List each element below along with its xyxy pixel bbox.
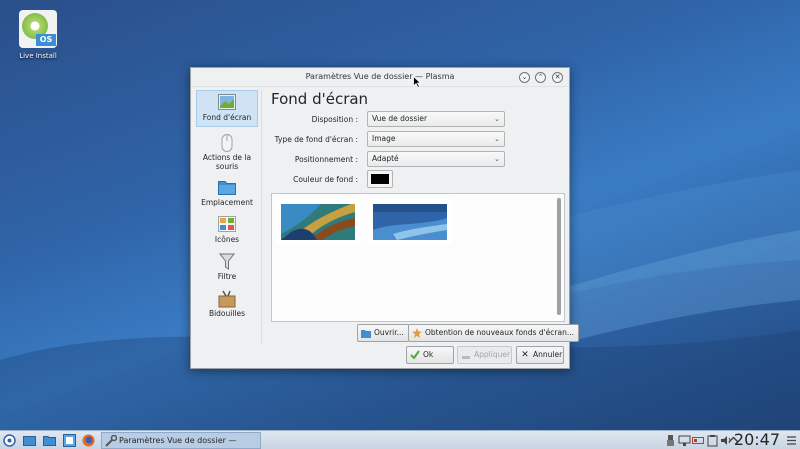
wallpaper-gallery[interactable] xyxy=(271,193,565,322)
ok-button[interactable]: Ok xyxy=(406,346,454,364)
window-title: Paramètres Vue de dossier — Plasma xyxy=(305,72,455,81)
background-color-row: Couleur de fond : xyxy=(271,170,563,192)
firefox-icon[interactable] xyxy=(82,434,95,447)
sidebar-item-label: Icônes xyxy=(214,235,240,244)
sidebar-item-wallpaper[interactable]: Fond d'écran xyxy=(196,90,258,127)
wallpaper-type-value: Image xyxy=(372,134,396,143)
open-button[interactable]: Ouvrir... xyxy=(357,324,409,342)
layout-row: Disposition : Vue de dossier ⌄ xyxy=(271,110,563,130)
chevron-down-icon: ⌄ xyxy=(521,73,528,81)
page-title: Fond d'écran xyxy=(271,90,369,108)
wallpaper-icon xyxy=(218,94,236,110)
live-install-label: Live Install xyxy=(19,52,57,60)
clock[interactable]: 20:47 xyxy=(734,430,780,449)
wallpaper-type-row: Type de fond d'écran : Image ⌄ xyxy=(271,130,563,150)
positioning-select[interactable]: Adapté ⌄ xyxy=(367,151,505,167)
sidebar-item-label: Filtre xyxy=(217,272,237,281)
close-button[interactable]: ✕ xyxy=(552,72,563,83)
folder-open-icon xyxy=(361,328,371,338)
chevron-up-icon: ⌃ xyxy=(537,73,544,81)
folder-icon xyxy=(218,179,236,195)
battery-icon[interactable] xyxy=(692,434,705,447)
panel-menu-icon[interactable] xyxy=(785,434,798,447)
checkmark-icon xyxy=(410,350,420,360)
wallpaper-type-select[interactable]: Image ⌄ xyxy=(367,131,505,147)
icons-icon xyxy=(218,216,236,232)
positioning-value: Adapté xyxy=(372,154,399,163)
application-launcher-button[interactable] xyxy=(3,434,16,447)
get-new-wallpapers-button[interactable]: Obtention de nouveaux fonds d'écran... xyxy=(408,324,579,342)
cancel-button-label: Annuler xyxy=(533,350,563,359)
sidebar-item-label: Emplacement xyxy=(201,198,253,207)
desktop-icon[interactable] xyxy=(23,434,36,447)
taskbar: Paramètres Vue de dossier — Plasma 20:47 xyxy=(0,430,800,449)
task-label: Paramètres Vue de dossier — Plasma xyxy=(119,436,237,445)
chevron-down-icon: ⌄ xyxy=(494,115,500,123)
tools-icon xyxy=(105,434,118,449)
apply-icon xyxy=(461,350,471,360)
network-icon[interactable] xyxy=(678,434,691,447)
wallpaper-thumbnail[interactable] xyxy=(276,199,360,245)
star-icon xyxy=(412,328,422,338)
apply-button-label: Appliquer xyxy=(474,350,511,359)
wallpaper-type-label: Type de fond d'écran : xyxy=(274,135,358,144)
get-new-wallpapers-label: Obtention de nouveaux fonds d'écran... xyxy=(425,328,574,337)
sidebar-item-tweaks[interactable]: Bidouilles xyxy=(196,287,258,324)
file-manager-icon[interactable] xyxy=(43,434,56,447)
mouse-icon xyxy=(218,134,236,152)
ok-button-label: Ok xyxy=(423,350,434,359)
sidebar-item-label: Actions de la souris xyxy=(202,153,252,171)
apply-button[interactable]: Appliquer xyxy=(457,346,512,364)
positioning-label: Positionnement : xyxy=(294,155,358,164)
layout-label: Disposition : xyxy=(311,115,358,124)
wallpaper-image xyxy=(281,204,355,240)
settings-content: Fond d'écran Disposition : Vue de dossie… xyxy=(271,90,565,322)
chevron-down-icon: ⌄ xyxy=(494,155,500,163)
software-center-icon[interactable] xyxy=(63,434,76,447)
settings-sidebar: Fond d'écran Actions de la souris Emplac… xyxy=(195,90,262,344)
task-settings-window[interactable]: Paramètres Vue de dossier — Plasma xyxy=(101,432,261,449)
sidebar-item-location[interactable]: Emplacement xyxy=(196,176,258,213)
open-button-label: Ouvrir... xyxy=(374,328,404,337)
live-install-desktop-icon[interactable]: OS Live Install xyxy=(12,10,64,60)
usb-device-icon[interactable] xyxy=(664,434,677,447)
color-swatch xyxy=(371,174,389,184)
sidebar-item-mouse-actions[interactable]: Actions de la souris xyxy=(196,131,258,176)
layout-value: Vue de dossier xyxy=(372,114,428,123)
title-bar[interactable]: Paramètres Vue de dossier — Plasma ⌄ ⌃ ✕ xyxy=(191,68,569,87)
close-icon: ✕ xyxy=(521,350,529,360)
positioning-row: Positionnement : Adapté ⌄ xyxy=(271,150,563,170)
gallery-scrollbar[interactable] xyxy=(557,198,561,315)
close-icon: ✕ xyxy=(554,73,561,81)
cancel-button[interactable]: ✕ Annuler xyxy=(516,346,564,364)
os-badge: OS xyxy=(36,34,56,46)
chevron-down-icon: ⌄ xyxy=(494,135,500,143)
tweaks-icon xyxy=(218,290,236,308)
minimize-button[interactable]: ⌄ xyxy=(519,72,530,83)
filter-icon xyxy=(218,253,236,270)
settings-dialog: Paramètres Vue de dossier — Plasma ⌄ ⌃ ✕… xyxy=(190,67,579,369)
live-install-icon: OS xyxy=(19,10,57,48)
sidebar-item-icons[interactable]: Icônes xyxy=(196,213,258,250)
layout-select[interactable]: Vue de dossier ⌄ xyxy=(367,111,505,127)
clipboard-icon[interactable] xyxy=(706,434,719,447)
background-color-button[interactable] xyxy=(367,170,393,188)
sidebar-item-filter[interactable]: Filtre xyxy=(196,250,258,287)
mouse-cursor-icon xyxy=(413,76,421,88)
sidebar-item-label: Bidouilles xyxy=(208,309,246,318)
maximize-button[interactable]: ⌃ xyxy=(535,72,546,83)
wallpaper-image xyxy=(373,204,447,240)
sidebar-item-label: Fond d'écran xyxy=(202,113,252,122)
wallpaper-thumbnail[interactable] xyxy=(368,199,452,245)
background-color-label: Couleur de fond : xyxy=(293,175,358,184)
